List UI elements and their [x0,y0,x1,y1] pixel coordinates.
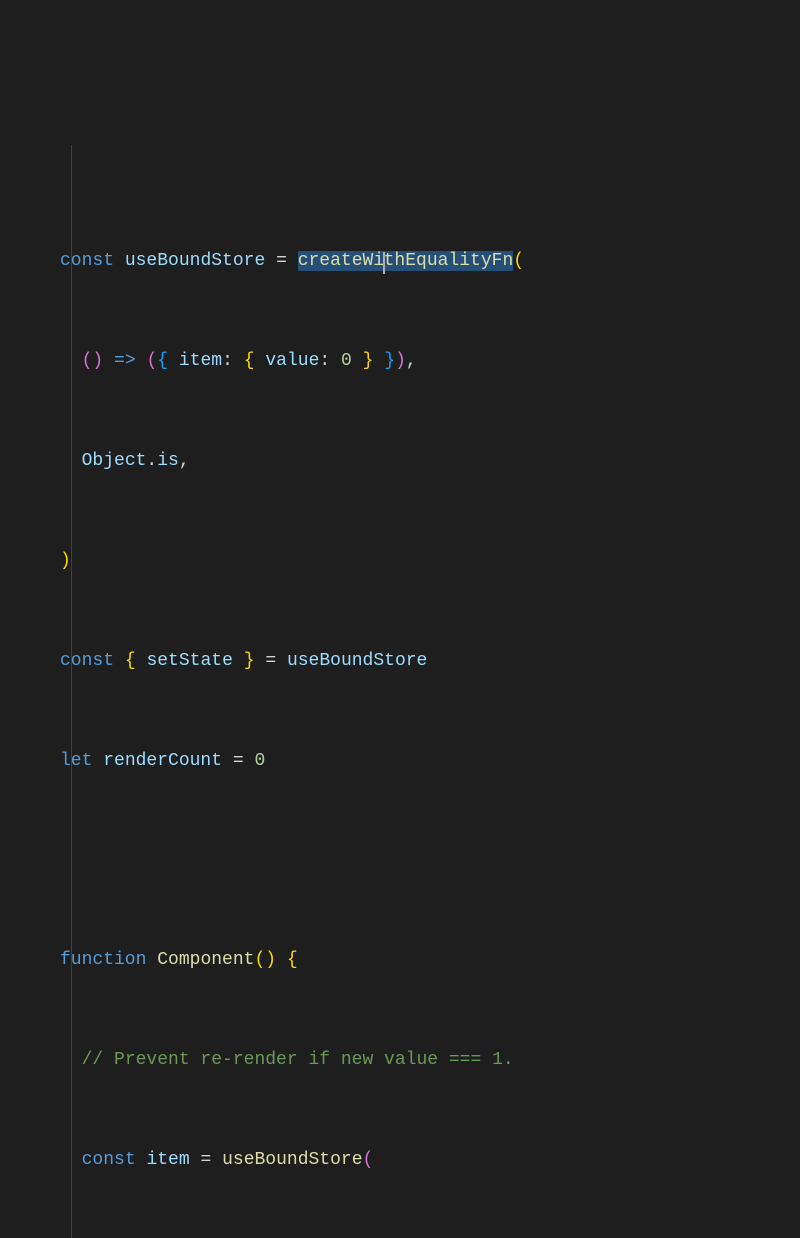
operator: = [276,251,287,271]
identifier: is [157,451,179,471]
number: 0 [254,751,265,771]
paren: ( [146,351,157,371]
number: 0 [341,351,352,371]
arrow: => [114,351,136,371]
identifier: renderCount [103,751,222,771]
identifier: Object [82,451,147,471]
code-line[interactable]: let renderCount = 0 [60,745,800,778]
prop: value [265,351,319,371]
function-call: useBoundStore [222,1150,362,1170]
brace: } [384,351,395,371]
code-line[interactable]: const { setState } = useBoundStore [60,645,800,678]
keyword: function [60,950,146,970]
code-line[interactable]: const item = useBoundStore( [60,1144,800,1177]
keyword: let [60,751,92,771]
identifier: item [146,1150,189,1170]
brace: { [157,351,168,371]
identifier: setState [146,651,232,671]
brace: { [244,351,255,371]
paren: ( [513,251,524,271]
keyword: const [60,251,114,271]
code-line[interactable]: () => ({ item: { value: 0 } }), [60,345,800,378]
code-line[interactable]: ) [60,545,800,578]
code-line[interactable] [60,844,800,877]
code-line[interactable]: function Component() { [60,944,800,977]
brace: { [287,950,298,970]
keyword: const [60,651,114,671]
paren: ) [60,551,71,571]
comment: // Prevent re-render if new value === 1. [82,1050,514,1070]
keyword: const [82,1150,136,1170]
brace: } [244,651,255,671]
brace: { [125,651,136,671]
paren: () [82,351,104,371]
paren: ( [363,1150,374,1170]
paren: ) [395,351,406,371]
code-line[interactable]: Object.is, [60,445,800,478]
text-cursor [383,252,385,274]
code-line[interactable]: const useBoundStore = createWithEquality… [60,245,800,278]
code-line[interactable]: // Prevent re-render if new value === 1. [60,1044,800,1077]
selection: createWithEqualityFn [298,251,514,271]
identifier: useBoundStore [125,251,265,271]
function-name: Component [157,950,254,970]
brace: } [363,351,374,371]
identifier: useBoundStore [287,651,427,671]
code-editor[interactable]: const useBoundStore = createWithEquality… [4,145,800,1238]
paren: () [254,950,276,970]
prop: item [179,351,222,371]
